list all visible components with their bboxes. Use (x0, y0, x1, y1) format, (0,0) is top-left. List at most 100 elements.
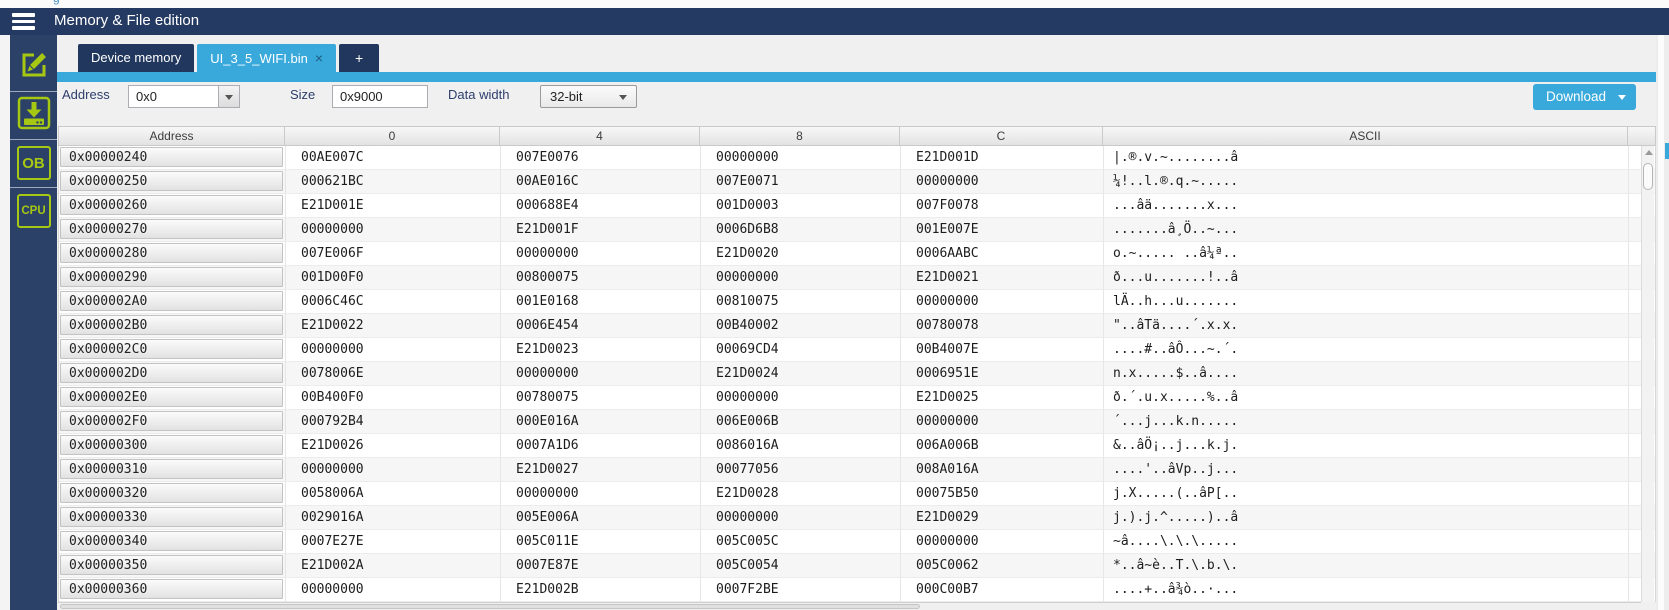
hex-value-cell[interactable]: 00000000 (501, 482, 701, 506)
hex-value-cell[interactable]: 005E006A (501, 506, 701, 530)
address-button[interactable]: 0x00000280 (60, 243, 283, 263)
hex-value-cell[interactable]: 0006AABC (901, 242, 1104, 266)
address-button[interactable]: 0x00000310 (60, 459, 283, 479)
hamburger-menu-icon[interactable] (12, 13, 35, 30)
address-button[interactable]: 0x00000270 (60, 219, 283, 239)
hex-value-cell[interactable]: E21D002B (501, 578, 701, 602)
hex-value-cell[interactable]: 00000000 (286, 578, 501, 602)
hex-value-cell[interactable]: 00780075 (501, 386, 701, 410)
hex-value-cell[interactable]: 00000000 (701, 146, 901, 170)
vertical-scrollbar-thumb[interactable] (1643, 163, 1653, 190)
address-button[interactable]: 0x00000290 (60, 267, 283, 287)
hex-value-cell[interactable]: 000621BC (286, 170, 501, 194)
column-header-4[interactable]: 4 (500, 126, 700, 146)
column-header-ascii[interactable]: ASCII (1103, 126, 1628, 146)
horizontal-scrollbar-thumb[interactable] (60, 604, 920, 609)
address-button[interactable]: 0x00000340 (60, 531, 283, 551)
sidebar-item-cpu[interactable]: CPU (16, 193, 52, 229)
hex-value-cell[interactable]: 00B4007E (901, 338, 1104, 362)
sidebar-item-option-bytes[interactable]: OB (16, 145, 52, 181)
hex-value-cell[interactable]: 006A006B (901, 434, 1104, 458)
hex-value-cell[interactable]: 00000000 (901, 290, 1104, 314)
hex-value-cell[interactable]: 0086016A (701, 434, 901, 458)
hex-value-cell[interactable]: E21D0025 (901, 386, 1104, 410)
hex-value-cell[interactable]: 00000000 (501, 362, 701, 386)
hex-value-cell[interactable]: 005C011E (501, 530, 701, 554)
hex-value-cell[interactable]: 00077056 (701, 458, 901, 482)
address-button[interactable]: 0x00000360 (60, 579, 283, 599)
hex-value-cell[interactable]: 0078006E (286, 362, 501, 386)
column-header-address[interactable]: Address (58, 126, 285, 146)
hex-value-cell[interactable]: 00000000 (901, 530, 1104, 554)
address-button[interactable]: 0x000002F0 (60, 411, 283, 431)
address-button[interactable]: 0x000002B0 (60, 315, 283, 335)
hex-value-cell[interactable]: 00800075 (501, 266, 701, 290)
hex-value-cell[interactable]: E21D0022 (286, 314, 501, 338)
hex-value-cell[interactable]: 000688E4 (501, 194, 701, 218)
hex-value-cell[interactable]: 000C00B7 (901, 578, 1104, 602)
address-button[interactable]: 0x000002D0 (60, 363, 283, 383)
hex-value-cell[interactable]: 0006E454 (501, 314, 701, 338)
address-button[interactable]: 0x00000300 (60, 435, 283, 455)
tab-file-ui-3-5-wifi-bin[interactable]: UI_3_5_WIFI.bin × (197, 44, 337, 72)
hex-value-cell[interactable]: 0007A1D6 (501, 434, 701, 458)
address-dropdown-button[interactable] (218, 86, 239, 107)
hex-value-cell[interactable]: 008A016A (901, 458, 1104, 482)
column-header-8[interactable]: 8 (700, 126, 900, 146)
hex-value-cell[interactable]: E21D0028 (701, 482, 901, 506)
hex-value-cell[interactable]: 0007E27E (286, 530, 501, 554)
hex-value-cell[interactable]: 00000000 (901, 170, 1104, 194)
hex-value-cell[interactable]: 00000000 (701, 506, 901, 530)
hex-value-cell[interactable]: 000792B4 (286, 410, 501, 434)
hex-value-cell[interactable]: 007E0076 (501, 146, 701, 170)
column-header-c[interactable]: C (900, 126, 1103, 146)
hex-value-cell[interactable]: 0007E87E (501, 554, 701, 578)
address-button[interactable]: 0x00000330 (60, 507, 283, 527)
hex-value-cell[interactable]: E21D0026 (286, 434, 501, 458)
hex-value-cell[interactable]: 00000000 (286, 218, 501, 242)
scroll-up-icon[interactable] (1645, 150, 1653, 155)
hex-value-cell[interactable]: 00000000 (701, 266, 901, 290)
hex-value-cell[interactable]: 001E0168 (501, 290, 701, 314)
hex-value-cell[interactable]: 005C0054 (701, 554, 901, 578)
hex-value-cell[interactable]: 00B40002 (701, 314, 901, 338)
tab-close-icon[interactable]: × (315, 50, 323, 66)
hex-value-cell[interactable]: 001E007E (901, 218, 1104, 242)
hex-value-cell[interactable]: E21D0029 (901, 506, 1104, 530)
hex-value-cell[interactable]: E21D001F (501, 218, 701, 242)
hex-value-cell[interactable]: 005C0062 (901, 554, 1104, 578)
download-button[interactable]: Download (1533, 84, 1636, 110)
hex-value-cell[interactable]: 007E0071 (701, 170, 901, 194)
hex-value-cell[interactable]: 007F0078 (901, 194, 1104, 218)
hex-value-cell[interactable]: 000E016A (501, 410, 701, 434)
hex-value-cell[interactable]: E21D002A (286, 554, 501, 578)
hex-value-cell[interactable]: 00780078 (901, 314, 1104, 338)
hex-value-cell[interactable]: 007E006F (286, 242, 501, 266)
hex-value-cell[interactable]: 00000000 (286, 458, 501, 482)
hex-value-cell[interactable]: E21D001D (901, 146, 1104, 170)
hex-value-cell[interactable]: E21D0024 (701, 362, 901, 386)
size-input[interactable] (332, 85, 428, 108)
hex-value-cell[interactable]: 00810075 (701, 290, 901, 314)
hex-value-cell[interactable]: 0029016A (286, 506, 501, 530)
vertical-scrollbar[interactable] (1641, 146, 1654, 602)
address-button[interactable]: 0x000002E0 (60, 387, 283, 407)
address-button[interactable]: 0x00000260 (60, 195, 283, 215)
hex-value-cell[interactable]: E21D0021 (901, 266, 1104, 290)
address-button[interactable]: 0x00000350 (60, 555, 283, 575)
hex-value-cell[interactable]: 00B400F0 (286, 386, 501, 410)
hex-value-cell[interactable]: 006E006B (701, 410, 901, 434)
hex-value-cell[interactable]: E21D0023 (501, 338, 701, 362)
hex-value-cell[interactable]: 00AE016C (501, 170, 701, 194)
hex-value-cell[interactable]: E21D001E (286, 194, 501, 218)
hex-value-cell[interactable]: 0006D6B8 (701, 218, 901, 242)
address-button[interactable]: 0x000002C0 (60, 339, 283, 359)
address-button[interactable]: 0x00000250 (60, 171, 283, 191)
hex-value-cell[interactable]: E21D0020 (701, 242, 901, 266)
sidebar-item-memory-file-edition[interactable] (16, 49, 52, 85)
hex-value-cell[interactable]: 0006C46C (286, 290, 501, 314)
hex-value-cell[interactable]: 00075B50 (901, 482, 1104, 506)
hex-value-cell[interactable]: 0006951E (901, 362, 1104, 386)
tab-add-button[interactable]: + (339, 44, 380, 72)
sidebar-item-download[interactable] (16, 96, 52, 133)
